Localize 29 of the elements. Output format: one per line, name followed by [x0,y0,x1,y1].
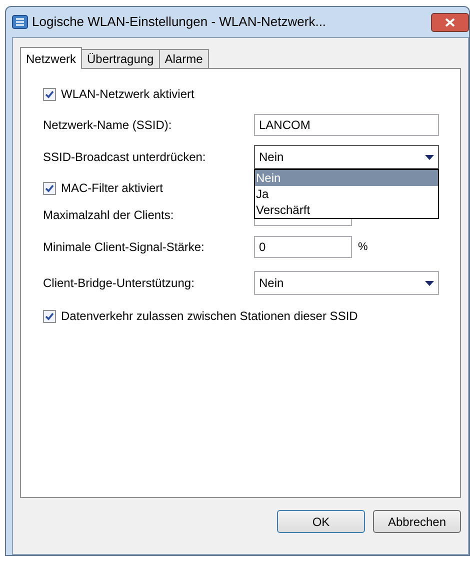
close-icon [445,18,455,26]
checkbox-label: Datenverkehr zulassen zwischen Stationen dieser SSID [61,308,358,325]
checkbox-label: MAC-Filter aktiviert [61,180,164,197]
tab[interactable]: Netzwerk [20,47,82,69]
input-field[interactable]: 0 [254,236,352,258]
close-button[interactable] [431,12,469,32]
checkbox[interactable] [43,310,56,322]
dropdown[interactable]: Nein [254,145,439,169]
dialog-button[interactable]: OK [277,510,365,533]
field-label: Maximalzahl der Clients: [43,207,175,224]
checkbox-label: WLAN-Netzwerk aktiviert [61,86,194,103]
field-label: SSID-Broadcast unterdrücken: [43,149,207,166]
tab[interactable]: Alarme [158,49,209,68]
field-label: Netzwerk-Name (SSID): [43,117,173,134]
window-icon [12,15,28,29]
unit-label: % [358,240,368,255]
dropdown-option[interactable]: Verschärft [255,202,438,218]
field-label: Minimale Client-Signal-Stärke: [43,239,206,256]
caret-icon [425,154,434,160]
caret-icon [425,280,434,286]
dialog-button[interactable]: Abbrechen [373,510,461,533]
input-field[interactable]: LANCOM [254,114,439,136]
dropdown[interactable]: Nein [254,271,439,295]
dropdown-option[interactable]: Ja [255,186,438,202]
field-label: Client-Bridge-Unterstützung: [43,275,196,292]
checkbox[interactable] [43,182,56,194]
tab[interactable]: Übertragung [81,49,160,68]
window-title: Logische WLAN-Einstellungen - WLAN-Netzwerk... [32,13,326,32]
checkbox[interactable] [43,88,56,100]
